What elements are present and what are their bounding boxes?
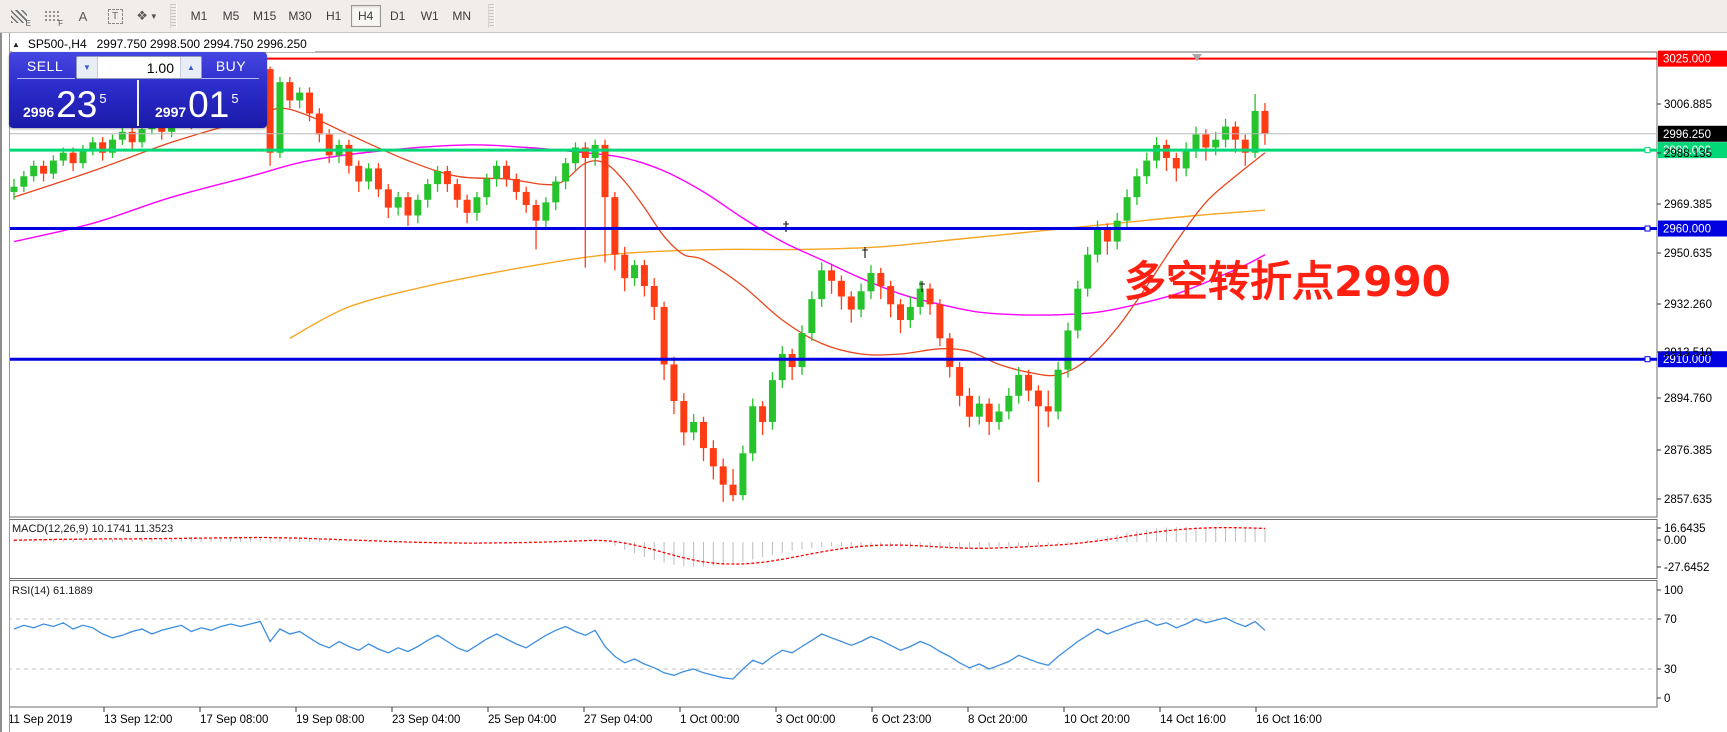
svg-text:2894.760: 2894.760: [1664, 393, 1712, 405]
toolbar-separator: [170, 4, 177, 28]
svg-text:-27.6452: -27.6452: [1664, 562, 1709, 574]
trade-marker-icon: †: [919, 280, 926, 295]
grid-glyph: [44, 10, 59, 22]
svg-text:3006.885: 3006.885: [1664, 99, 1712, 111]
timeframe-m30-button[interactable]: M30: [283, 5, 316, 27]
trade-marker-icon: †: [862, 246, 869, 261]
grid-f-sub: F: [58, 19, 63, 28]
svg-text:13 Sep 12:00: 13 Sep 12:00: [104, 714, 172, 726]
window-left-frame: [0, 32, 10, 732]
svg-text:19 Sep 08:00: 19 Sep 08:00: [296, 714, 364, 726]
hatch-glyph: [11, 10, 27, 23]
svg-text:17 Sep 08:00: 17 Sep 08:00: [200, 714, 268, 726]
svg-text:6 Oct 23:00: 6 Oct 23:00: [872, 714, 931, 726]
timeframe-d1-button[interactable]: D1: [383, 5, 413, 27]
svg-text:11 Sep 2019: 11 Sep 2019: [8, 714, 72, 726]
svg-text:27 Sep 04:00: 27 Sep 04:00: [584, 714, 652, 726]
buy-divider: [201, 78, 259, 79]
line-handle[interactable]: [1645, 148, 1650, 153]
svg-text:30: 30: [1664, 664, 1677, 676]
svg-text:14 Oct 16:00: 14 Oct 16:00: [1160, 714, 1226, 726]
sell-divider: [17, 78, 75, 79]
sell-price-sup: 5: [99, 91, 106, 106]
one-click-trading-panel: SELL BUY ▼ ▲ 2996 23 5 2997 01 5: [9, 52, 267, 128]
volume-increase-button[interactable]: ▲: [180, 57, 201, 78]
svg-text:0: 0: [1664, 693, 1670, 705]
svg-text:2996.250: 2996.250: [1663, 129, 1711, 141]
svg-text:2960.000: 2960.000: [1663, 224, 1711, 236]
chart-text-annotation[interactable]: 多空转折点2990: [1124, 248, 1451, 309]
volume-input[interactable]: [98, 57, 180, 78]
sell-price-small: 2996: [23, 104, 54, 120]
trading-terminal-window: †††3025.0002996.2502990.0002960.0002910.…: [0, 0, 1727, 732]
chart-titlebar[interactable]: ▲ SP500-,H4 2997.750 2998.500 2994.750 2…: [12, 36, 315, 52]
svg-text:8 Oct 20:00: 8 Oct 20:00: [968, 714, 1027, 726]
objects-glyph: ❖: [136, 8, 148, 24]
collapse-icon[interactable]: ▲: [12, 40, 20, 49]
svg-text:100: 100: [1664, 585, 1683, 597]
price-axis[interactable]: 3006.885 2988.135 2969.385 2950.635 2932.260…: [1657, 99, 1712, 705]
sell-price[interactable]: 2996 23 5: [23, 88, 107, 122]
ohlc-values: 2997.750 2998.500 2994.750 2996.250: [97, 37, 307, 51]
svg-text:2988.135: 2988.135: [1664, 148, 1712, 160]
toolbar: E F A T ❖▼ M1 M5 M15 M30 H1 H4 D1 W1 MN: [0, 0, 1727, 33]
svg-text:23 Sep 04:00: 23 Sep 04:00: [392, 714, 460, 726]
svg-text:16.6435: 16.6435: [1664, 523, 1706, 535]
svg-text:10 Oct 20:00: 10 Oct 20:00: [1064, 714, 1130, 726]
volume-stepper: ▼ ▲: [76, 56, 202, 79]
buy-price-sup: 5: [231, 91, 238, 106]
caret-down-icon: ▼: [150, 12, 158, 21]
svg-text:3025.000: 3025.000: [1663, 54, 1711, 66]
svg-text:2857.635: 2857.635: [1664, 494, 1712, 506]
svg-text:16 Oct 16:00: 16 Oct 16:00: [1256, 714, 1322, 726]
a-glyph: A: [79, 9, 88, 24]
svg-text:25 Sep 04:00: 25 Sep 04:00: [488, 714, 556, 726]
toolbar-separator-2: [488, 4, 495, 28]
svg-text:2969.385: 2969.385: [1664, 199, 1712, 211]
grid-f-icon[interactable]: F: [38, 5, 64, 27]
svg-text:70: 70: [1664, 614, 1677, 626]
line-handle[interactable]: [1645, 226, 1650, 231]
timeframe-m1-button[interactable]: M1: [184, 5, 214, 27]
timeframe-h4-button[interactable]: H4: [351, 5, 381, 27]
symbol-label: SP500-,H4: [28, 37, 87, 51]
time-axis[interactable]: 11 Sep 2019 13 Sep 12:00 17 Sep 08:00 19 Se…: [8, 707, 1322, 726]
buy-price-big: 01: [188, 88, 229, 122]
timeframe-h1-button[interactable]: H1: [319, 5, 349, 27]
svg-text:2932.260: 2932.260: [1664, 299, 1712, 311]
svg-text:2913.510: 2913.510: [1664, 347, 1712, 359]
buy-price-small: 2997: [155, 104, 186, 120]
timeframe-mn-button[interactable]: MN: [447, 5, 477, 27]
hatch-e-icon[interactable]: E: [6, 5, 32, 27]
textbox-t-icon[interactable]: T: [102, 5, 128, 27]
sell-button[interactable]: SELL: [15, 55, 75, 77]
timeframe-m5-button[interactable]: M5: [216, 5, 246, 27]
svg-text:2950.635: 2950.635: [1664, 248, 1712, 260]
svg-text:0.00: 0.00: [1664, 535, 1686, 547]
rsi-indicator-label: RSI(14) 61.1889: [12, 585, 93, 597]
t-glyph: T: [108, 9, 123, 24]
timeframe-m15-button[interactable]: M15: [248, 5, 281, 27]
timeframe-w1-button[interactable]: W1: [415, 5, 445, 27]
text-label-a-icon[interactable]: A: [70, 5, 96, 27]
buy-price[interactable]: 2997 01 5: [155, 88, 239, 122]
svg-text:3 Oct 00:00: 3 Oct 00:00: [776, 714, 835, 726]
svg-text:2876.385: 2876.385: [1664, 445, 1712, 457]
objects-dropdown-icon[interactable]: ❖▼: [134, 5, 160, 27]
svg-text:1 Oct 00:00: 1 Oct 00:00: [680, 714, 739, 726]
hatch-e-sub: E: [26, 19, 31, 28]
line-handle[interactable]: [1645, 357, 1650, 362]
buy-button[interactable]: BUY: [201, 55, 261, 77]
volume-decrease-button[interactable]: ▼: [77, 57, 98, 78]
macd-indicator-label: MACD(12,26,9) 10.1741 11.3523: [12, 523, 173, 535]
panel-center-divider: [137, 80, 139, 126]
sell-price-big: 23: [56, 88, 97, 122]
